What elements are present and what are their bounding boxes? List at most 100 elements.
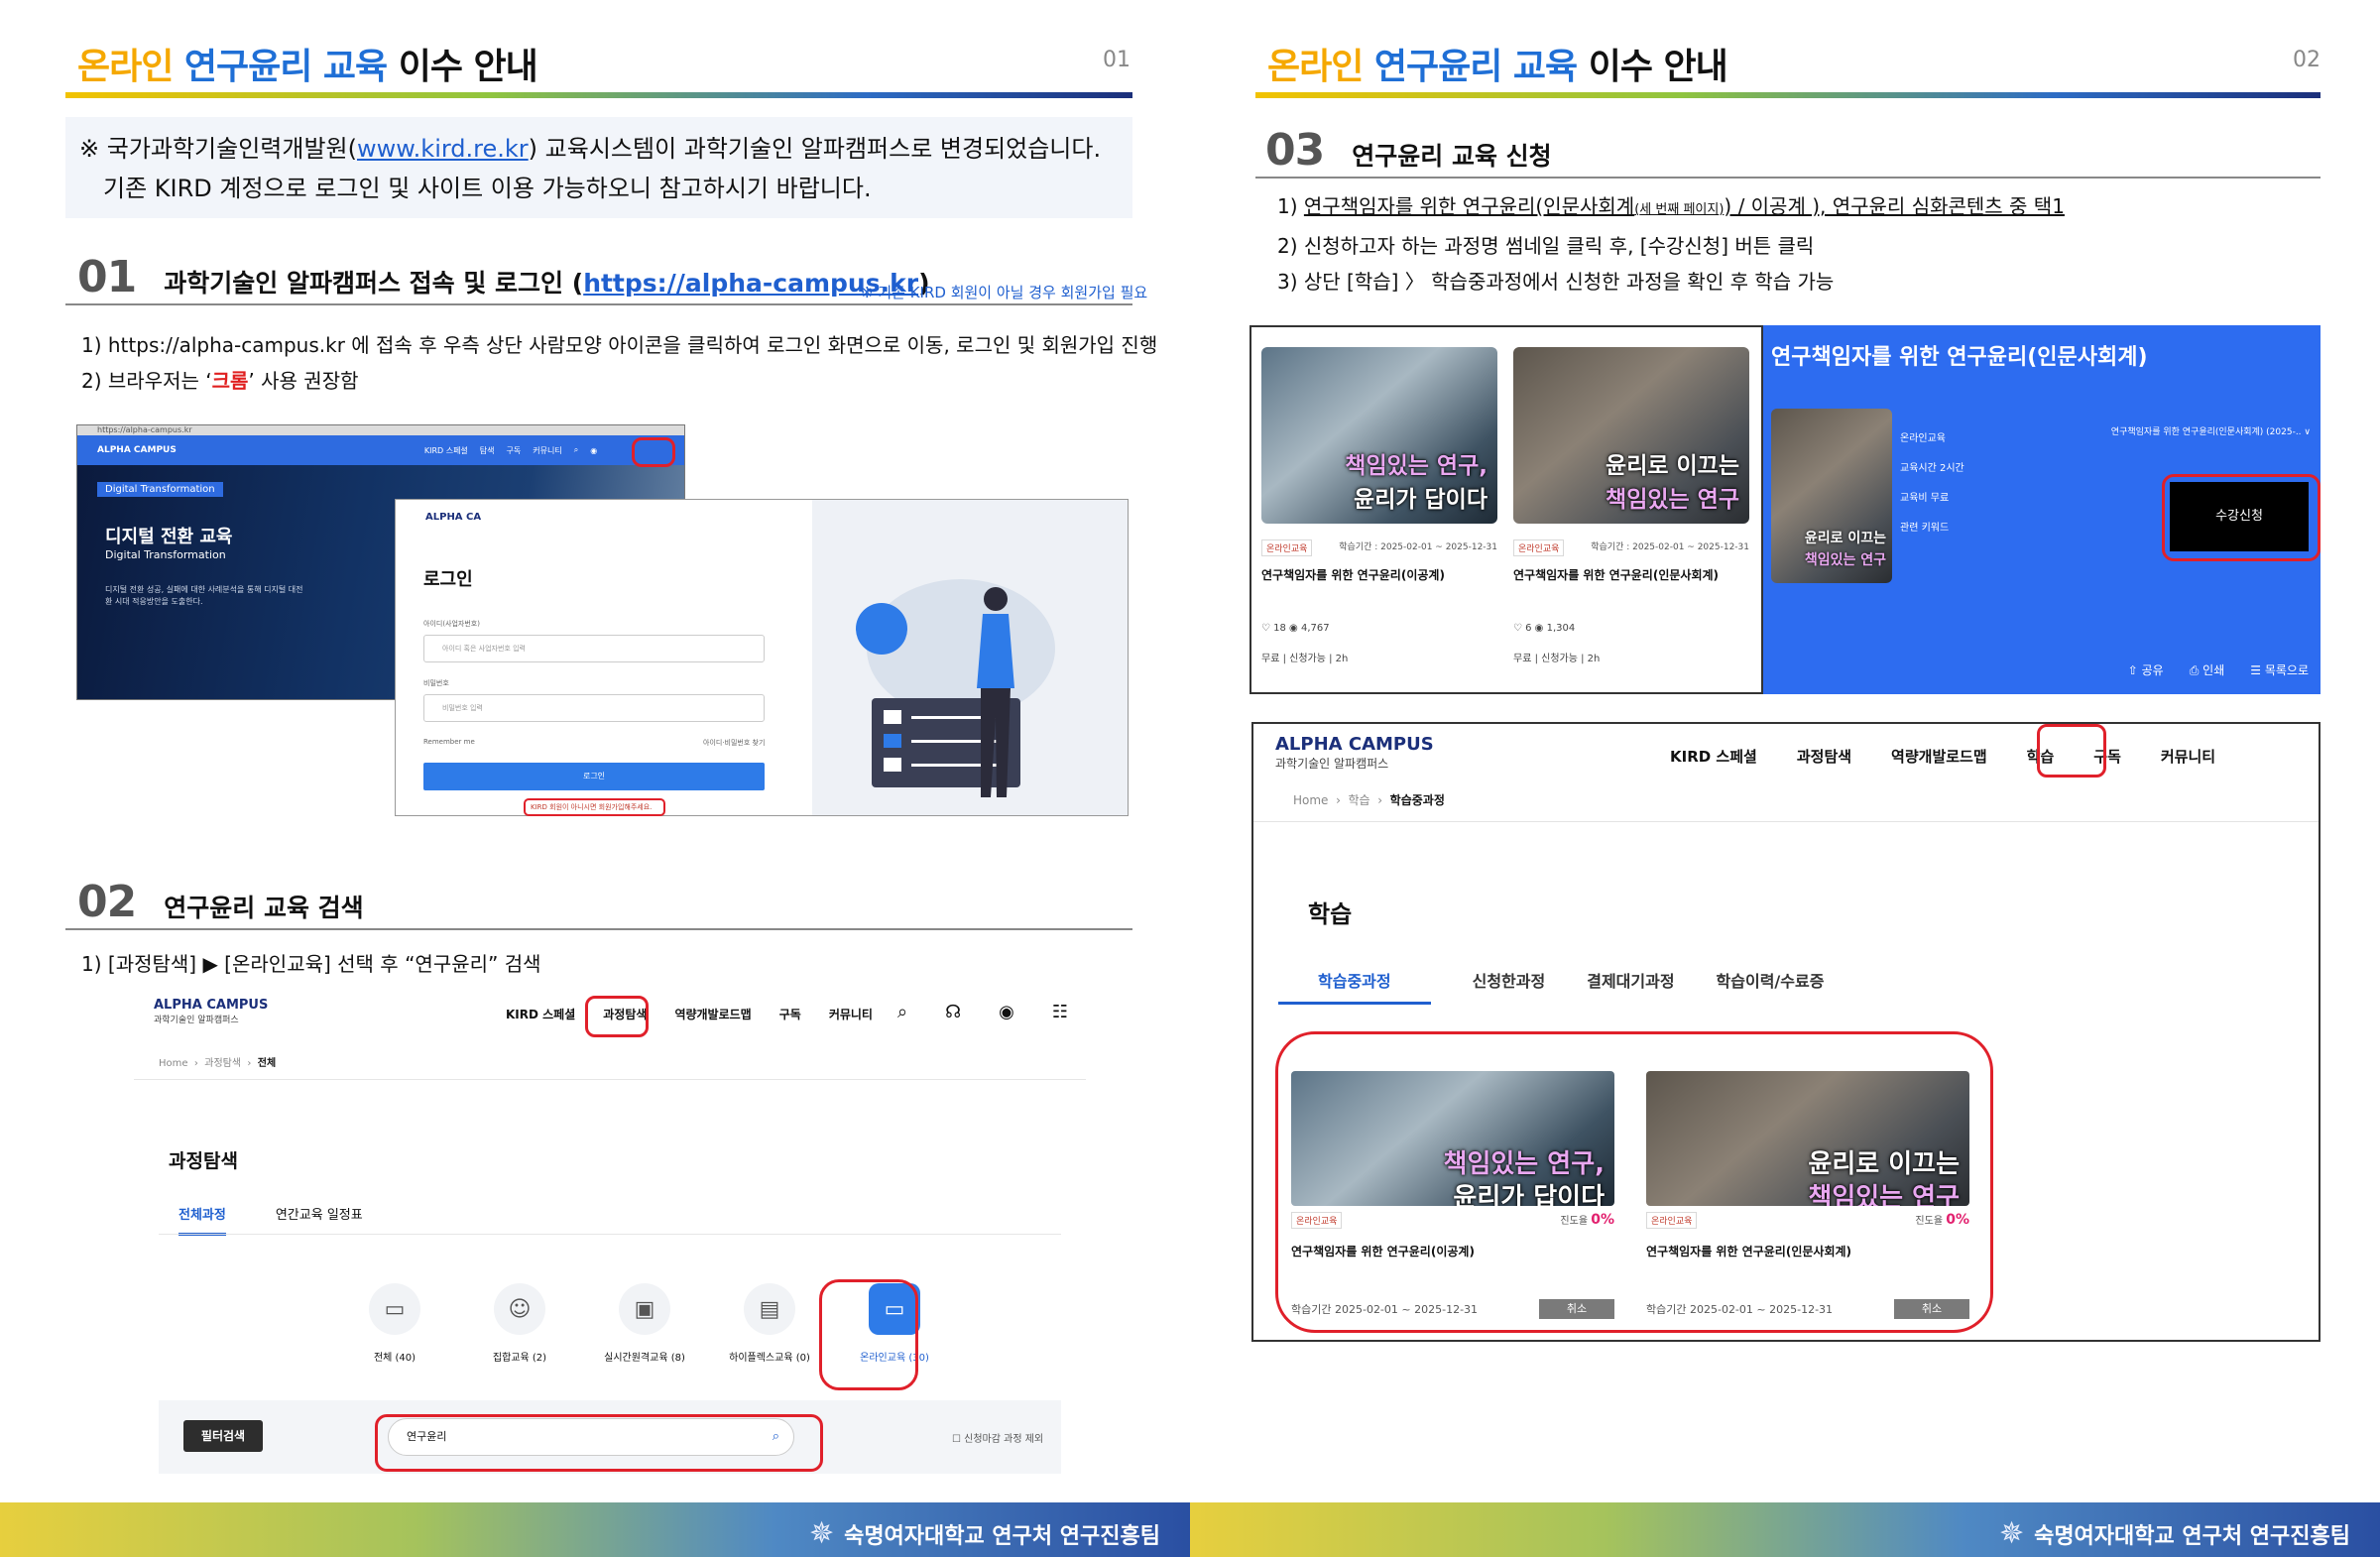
section-01-steps: 1) https://alpha-campus.kr 에 접속 후 우측 상단 …: [81, 327, 1157, 399]
exclude-closed-checkbox[interactable]: ☐ 신청마감 과정 제외: [952, 1430, 1043, 1445]
course-card[interactable]: 책임있는 연구, 윤리가 답이다 온라인교육 학습기간 : 2025-02-01 …: [1261, 347, 1497, 664]
breadcrumb-item[interactable]: 과정탐색: [204, 1058, 241, 1069]
page-heading: 학습: [1308, 900, 1353, 928]
tab-history-certificate[interactable]: 학습이력/수료증: [1717, 968, 1825, 1005]
step-small-note: 세 번째 페이지: [1639, 202, 1720, 217]
sitemap-icon[interactable]: ☷: [1052, 1002, 1068, 1022]
step-text: ’ 사용 권장함: [248, 369, 359, 393]
list-button[interactable]: ☰ 목록으로: [2250, 661, 2309, 678]
headset-icon[interactable]: ☊: [945, 1002, 961, 1022]
breadcrumb-item[interactable]: 학습: [1349, 793, 1370, 807]
course-thumbnail[interactable]: 윤리로 이끄는 책임있는 연구: [1513, 347, 1749, 524]
breadcrumb-home[interactable]: Home: [1293, 793, 1328, 807]
tab-payment-pending[interactable]: 결제대기과정: [1587, 968, 1674, 1005]
search-icon[interactable]: ⌕: [574, 445, 578, 455]
search-icon[interactable]: ⌕: [897, 1002, 907, 1022]
step-2: 2) 신청하고자 하는 과정명 썸네일 클릭 후, [수강신청] 버튼 클릭: [1277, 234, 1815, 258]
people-icon: ☺: [494, 1283, 545, 1335]
share-label: 공유: [2141, 663, 2164, 677]
menu-course-explore[interactable]: 과정탐색: [1797, 746, 1851, 767]
id-input[interactable]: 아이디 혹은 사업자번호 입력: [423, 635, 765, 662]
kird-link[interactable]: www.kird.re.kr: [357, 135, 529, 163]
password-input[interactable]: 비밀번호 입력: [423, 694, 765, 722]
footer-text: 숙명여자대학교 연구처 연구진흥팀: [844, 1523, 1160, 1549]
footer-band: ✵ 숙명여자대학교 연구처 연구진흥팀: [0, 1502, 1190, 1557]
tab-in-progress[interactable]: 학습중과정: [1278, 968, 1431, 1005]
print-label: 인쇄: [2202, 663, 2225, 677]
tab-applied[interactable]: 신청한과정: [1473, 968, 1546, 1005]
section-number: 01: [77, 252, 137, 302]
main-menu: KIRD 스페셜 과정탐색 역량개발로드맵 학습 구독 커뮤니티: [1670, 746, 2215, 767]
find-account-link[interactable]: 아이디·비밀번호 찾기: [703, 738, 765, 748]
user-icon[interactable]: ◉: [999, 1002, 1014, 1022]
remember-me-checkbox[interactable]: Remember me: [423, 738, 475, 746]
course-card[interactable]: 윤리로 이끄는 책임있는 연구 온라인교육 학습기간 : 2025-02-01 ~…: [1513, 347, 1749, 664]
course-title[interactable]: 연구책임자를 위한 연구윤리(인문사회계): [1513, 566, 1749, 583]
course-thumbnail[interactable]: 책임있는 연구, 윤리가 답이다: [1261, 347, 1497, 524]
course-detail-thumbnail: 윤리로 이끄는 책임있는 연구: [1771, 409, 1892, 583]
university-emblem-icon: ✵: [1998, 1516, 2025, 1551]
nav-item[interactable]: KIRD 스페셜: [424, 445, 468, 456]
signup-note: ※ 기존 KIRD 회원이 아닐 경우 회원가입 필요: [861, 284, 1148, 301]
category-hyflex[interactable]: ▤ 하이플렉스교육 (0): [707, 1283, 832, 1364]
session-select[interactable]: 연구책임자를 위한 연구윤리(인문사회계) (2025-.. ∨: [2111, 424, 2311, 437]
nav-item[interactable]: 탐색: [480, 445, 495, 456]
menu-community[interactable]: 커뮤니티: [829, 1006, 873, 1022]
share-button[interactable]: ⇧ 공유: [2128, 661, 2164, 678]
section-03-steps: 1) 연구책임자를 위한 연구윤리(인문사회계(세 번째 페이지)) / 이공계…: [1277, 188, 2065, 299]
section-03-heading: 03 연구윤리 교육 신청: [1265, 125, 1552, 176]
tab-all-courses[interactable]: 전체과정: [178, 1204, 226, 1236]
menu-roadmap[interactable]: 역량개발로드맵: [1891, 746, 1987, 767]
course-price: 무료 | 신청가능 | 2h: [1513, 654, 1601, 664]
step-text: 1): [1277, 194, 1304, 218]
page-2: 온라인 연구윤리 교육 이수 안내 02 03 연구윤리 교육 신청 1) 연구…: [1190, 0, 2380, 1557]
category-realtime[interactable]: ▣ 실시간원격교육 (8): [582, 1283, 707, 1364]
search-input-highlight: [375, 1414, 823, 1472]
section-02-steps: 1) [과정탐색] ▶ [온라인교육] 선택 후 “연구윤리” 검색: [81, 946, 541, 982]
section-number: 02: [77, 877, 137, 927]
divider: [159, 1234, 1061, 1235]
brand-subtitle: 과학기술인 알파캠퍼스: [1275, 757, 1389, 771]
site-nav: ALPHA CAMPUS KIRD 스페셜 탐색 구독 커뮤니티 ⌕ ◉: [77, 435, 684, 465]
page-title: 온라인 연구윤리 교육 이수 안내: [1267, 38, 1728, 89]
header-divider: [65, 92, 1132, 98]
tab-annual-schedule[interactable]: 연간교육 일정표: [276, 1204, 363, 1236]
site-logo[interactable]: ALPHA CAMPUS 과학기술인 알파캠퍼스: [1275, 734, 1434, 772]
menu-kird-special[interactable]: KIRD 스페셜: [506, 1006, 575, 1022]
id-label: 아이디(사업자번호): [423, 620, 480, 628]
course-stats: ♡ 18 ◉ 4,767: [1261, 623, 1330, 634]
monitor-icon: ▭: [369, 1283, 420, 1335]
step-1: 1) [과정탐색] ▶ [온라인교육] 선택 후 “연구윤리” 검색: [81, 952, 541, 976]
header-icons: ⌕ ☊ ◉ ☷: [897, 1002, 1068, 1022]
hero-description: 디지털 전환 성공, 실패에 대한 사례분석을 통해 디지털 대전환 시대 적응…: [105, 585, 303, 606]
site-logo[interactable]: ALPHA CAMPUS: [97, 445, 177, 455]
print-button[interactable]: ⎙ 인쇄: [2190, 661, 2225, 678]
section-02-heading: 02 연구윤리 교육 검색: [77, 877, 364, 927]
course-title[interactable]: 연구책임자를 위한 연구윤리(이공계): [1261, 566, 1497, 583]
category-all[interactable]: ▭ 전체 (40): [332, 1283, 457, 1364]
user-icon[interactable]: ◉: [590, 446, 597, 455]
category-group[interactable]: ☺ 집합교육 (2): [457, 1283, 582, 1364]
course-explore-highlight: [585, 996, 649, 1037]
section-divider: [65, 303, 1132, 305]
filter-search-button[interactable]: 필터검색: [183, 1420, 263, 1452]
section-title: 과학기술인 알파캠퍼스 접속 및 로그인 (https://alpha-camp…: [164, 264, 929, 299]
menu-kird-special[interactable]: KIRD 스페셜: [1670, 746, 1757, 767]
nav-item[interactable]: 구독: [507, 445, 522, 456]
breadcrumb-home[interactable]: Home: [159, 1058, 188, 1069]
notice-text: ) 교육시스템이 과학기술인 알파캠퍼스로 변경되었습니다.: [528, 135, 1102, 163]
site-logo[interactable]: ALPHA CAMPUS 과학기술인 알파캠퍼스: [154, 998, 268, 1025]
footer-band: ✵ 숙명여자대학교 연구처 연구진흥팀: [1190, 1502, 2380, 1557]
list-label: 목록으로: [2264, 663, 2309, 677]
menu-community[interactable]: 커뮤니티: [2161, 746, 2215, 767]
thumbnail-caption: 책임있는 연구: [1804, 552, 1886, 568]
section-number: 03: [1265, 125, 1325, 176]
thumbnail-caption: 윤리가 답이다: [1354, 487, 1488, 513]
login-button[interactable]: 로그인: [423, 763, 765, 790]
category-label: 집합교육 (2): [492, 1353, 547, 1364]
menu-subscribe[interactable]: 구독: [779, 1006, 801, 1022]
nav-item[interactable]: 커뮤니티: [533, 445, 561, 456]
breadcrumb-current: 전체: [257, 1058, 277, 1069]
hero-tag: Digital Transformation: [97, 482, 223, 497]
menu-roadmap[interactable]: 역량개발로드맵: [674, 1006, 751, 1022]
